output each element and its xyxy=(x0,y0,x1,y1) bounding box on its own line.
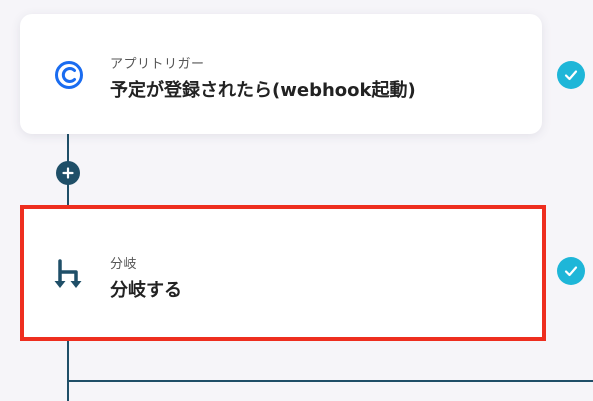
plus-icon xyxy=(62,167,74,179)
trigger-step-card[interactable]: アプリトリガー 予定が登録されたら(webhook起動) xyxy=(20,14,542,134)
calendly-icon xyxy=(52,58,86,96)
step-complete-check xyxy=(557,61,585,89)
checkmark-icon xyxy=(564,266,578,277)
branch-icon xyxy=(52,257,86,295)
step-category-label: アプリトリガー xyxy=(110,57,205,72)
step-title: 分岐する xyxy=(110,280,182,301)
branch-connector-line xyxy=(67,380,593,382)
add-step-button[interactable] xyxy=(56,161,80,185)
step-title: 予定が登録されたら(webhook起動) xyxy=(110,80,416,101)
flow-connector-line xyxy=(67,337,69,401)
step-complete-check xyxy=(557,257,585,285)
step-category-label: 分岐 xyxy=(110,257,138,272)
branch-step-card[interactable]: 分岐 分岐する xyxy=(20,205,546,341)
checkmark-icon xyxy=(564,70,578,81)
